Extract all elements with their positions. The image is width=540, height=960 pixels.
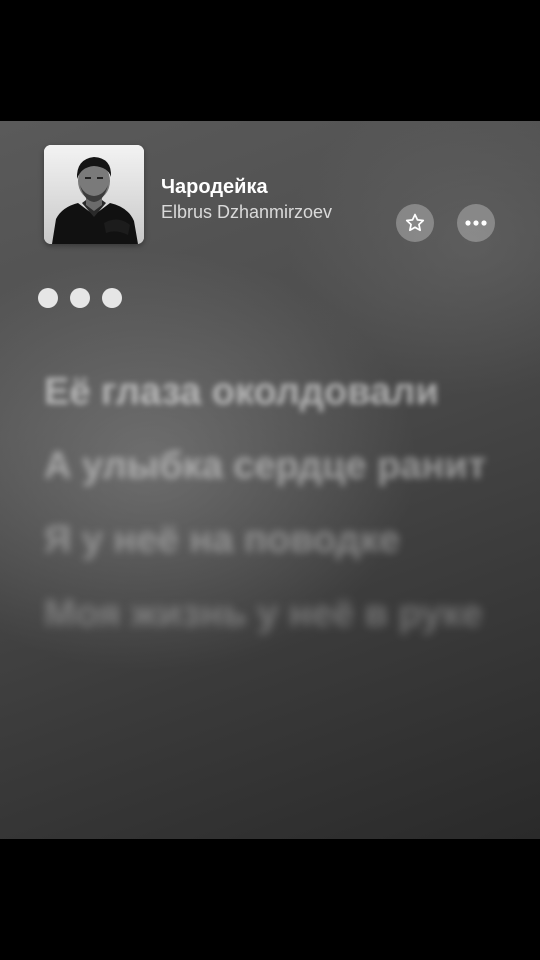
lyrics-loading-indicator [38, 288, 122, 308]
ellipsis-icon [465, 220, 487, 226]
song-title: Чародейка [161, 176, 268, 198]
more-options-button[interactable] [457, 204, 495, 242]
favorite-button[interactable] [396, 204, 434, 242]
loading-dot [70, 288, 90, 308]
track-info: Чародейка Elbrus Dzhanmirzoev [161, 175, 381, 224]
lyrics-player: Чародейка Elbrus Dzhanmirzoev Её глаза о… [0, 121, 540, 839]
now-playing-header: Чародейка Elbrus Dzhanmirzoev [44, 145, 504, 245]
lyric-line[interactable]: Я у неё на поводке [44, 513, 514, 567]
artist-portrait-image [44, 145, 144, 244]
loading-dot [38, 288, 58, 308]
lyric-line[interactable]: А улыбка сердце ранит [44, 439, 514, 493]
loading-dot [102, 288, 122, 308]
lyrics-list: Её глаза околдовали А улыбка сердце рани… [44, 365, 514, 661]
album-artwork[interactable] [44, 145, 144, 244]
artist-name[interactable]: Elbrus Dzhanmirzoev [161, 200, 381, 224]
screen: Чародейка Elbrus Dzhanmirzoev Её глаза о… [0, 0, 540, 960]
lyric-line[interactable]: Моя жизнь у неё в руке [44, 587, 514, 641]
lyric-line[interactable]: Её глаза околдовали [44, 365, 514, 419]
star-icon [405, 213, 425, 232]
